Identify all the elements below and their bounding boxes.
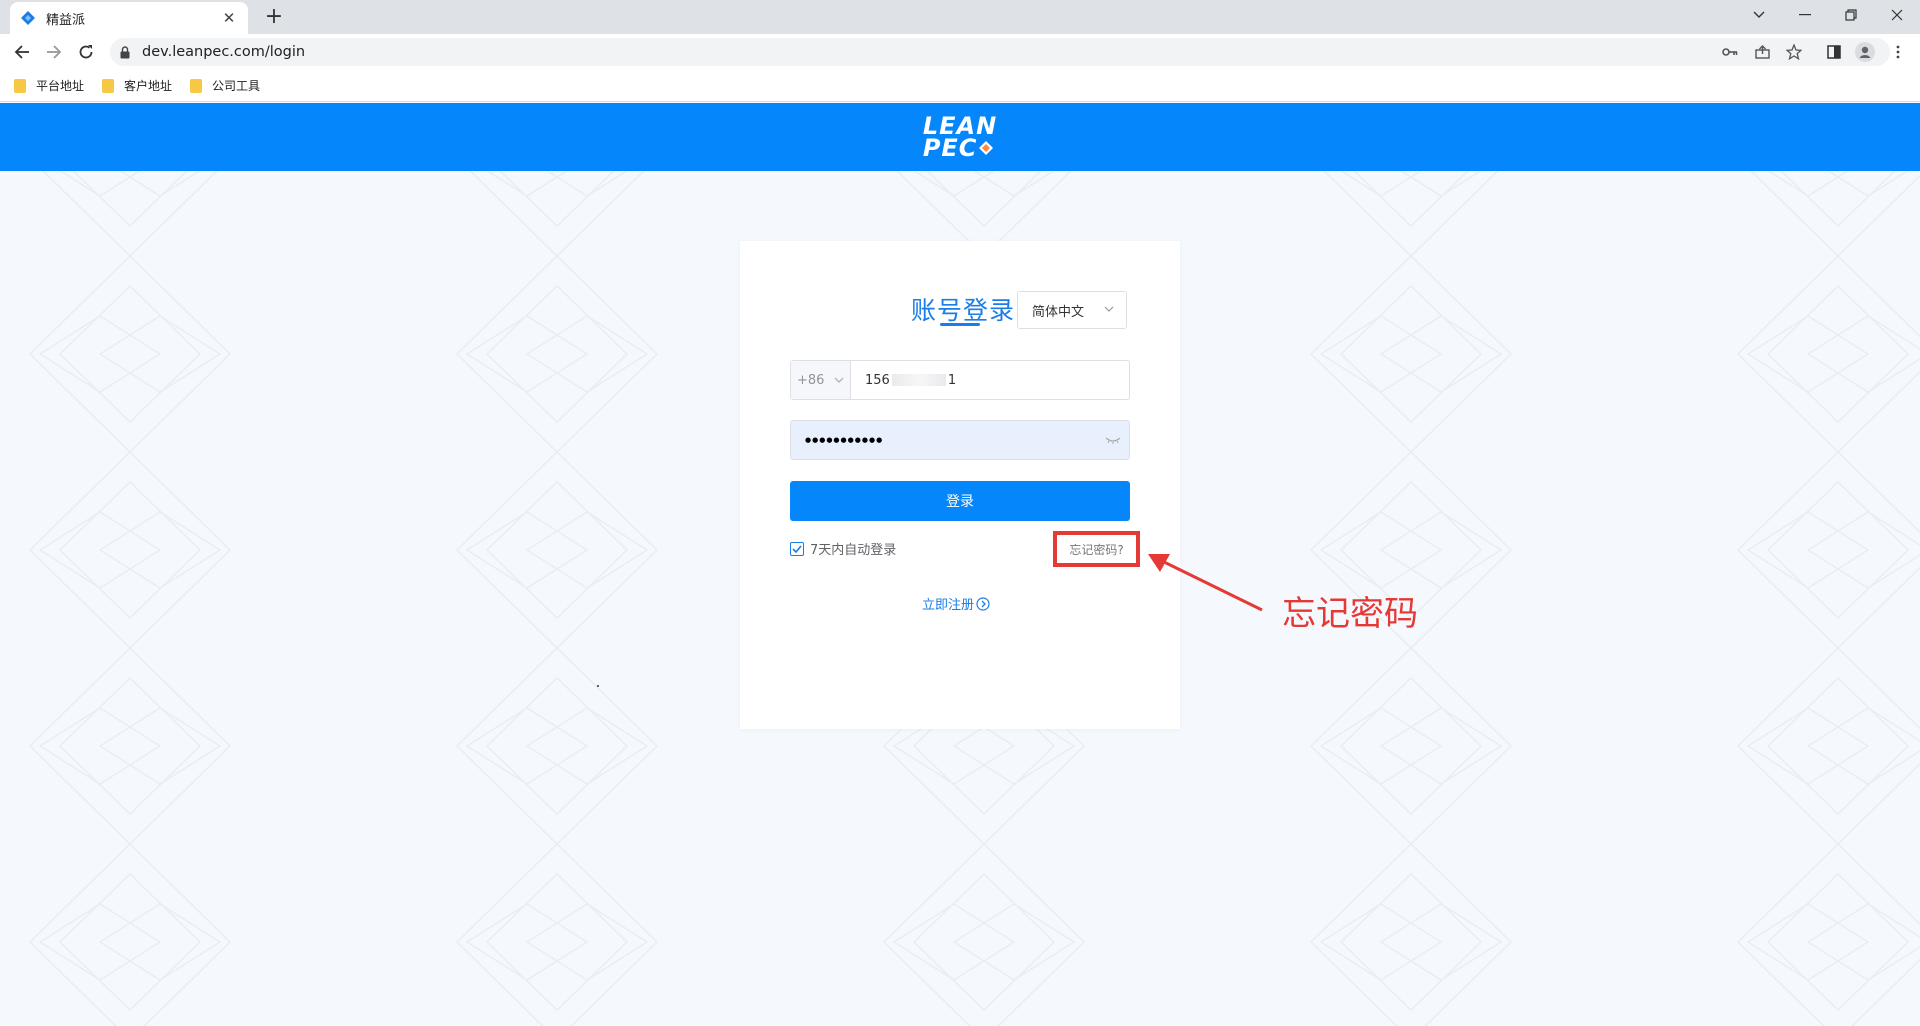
url-text: dev.leanpec.com/login: [142, 44, 306, 60]
site-header: LEAN PEC: [0, 103, 1920, 171]
folder-icon: [190, 78, 203, 93]
address-bar[interactable]: dev.leanpec.com/login: [110, 38, 1890, 66]
leanpec-logo[interactable]: LEAN PEC: [922, 114, 997, 162]
folder-icon: [102, 78, 115, 93]
tab-title: 精益派: [46, 12, 86, 28]
browser-tab-strip: 精益派 ✕ +: [0, 0, 1920, 34]
register-label: 立即注册: [922, 598, 975, 613]
lock-icon[interactable]: [120, 45, 132, 59]
country-code-value: +86: [797, 372, 825, 388]
phone-field-group: +86 156 1: [790, 360, 1130, 400]
login-card: 账号登录 简体中文 +86 156 1 ●●●●●●●●●●● 登录 7天内自动…: [740, 241, 1180, 729]
phone-input[interactable]: 156 1: [851, 361, 1129, 399]
language-value: 简体中文: [1032, 304, 1085, 320]
arrow-circle-right-icon: [976, 596, 990, 611]
back-arrow-icon[interactable]: [10, 40, 34, 64]
annotation-arrow: [1148, 554, 1263, 612]
bookmarks-bar: 平台地址 客户地址 公司工具: [0, 70, 1920, 102]
chevron-down-icon: [1104, 306, 1114, 312]
forward-arrow-icon[interactable]: [42, 40, 66, 64]
close-window-button[interactable]: [1874, 0, 1920, 30]
country-code-select[interactable]: +86: [791, 361, 851, 399]
logo-diamond-icon: [979, 141, 994, 155]
restore-button[interactable]: [1828, 0, 1874, 30]
folder-icon: [14, 78, 26, 93]
profile-avatar-icon[interactable]: [1853, 40, 1877, 64]
checkbox-checked-icon[interactable]: [790, 541, 804, 556]
bookmark-folder[interactable]: 平台地址: [14, 77, 84, 94]
browser-tab[interactable]: 精益派 ✕: [10, 2, 248, 34]
login-title[interactable]: 账号登录: [911, 291, 1015, 327]
reload-icon[interactable]: [74, 40, 98, 64]
browser-toolbar: dev.leanpec.com/login: [0, 34, 1920, 70]
bookmark-folder[interactable]: 公司工具: [190, 77, 260, 94]
bookmark-label: 客户地址: [124, 79, 173, 93]
redacted-mask: [891, 374, 946, 386]
share-icon[interactable]: [1750, 40, 1774, 64]
bookmark-label: 公司工具: [212, 79, 261, 93]
password-mask: ●●●●●●●●●●●: [805, 436, 884, 444]
tab-search-chevron-icon[interactable]: [1736, 0, 1782, 30]
side-panel-icon[interactable]: [1822, 40, 1846, 64]
logo-line-2: PEC: [922, 134, 978, 162]
auto-login-label: 7天内自动登录: [810, 543, 897, 558]
new-tab-button[interactable]: +: [260, 4, 288, 32]
bookmark-folder[interactable]: 客户地址: [102, 77, 172, 94]
login-button[interactable]: 登录: [790, 481, 1130, 521]
forgot-password-link[interactable]: 忘记密码?: [1053, 531, 1140, 567]
minimize-button[interactable]: [1782, 0, 1828, 30]
phone-suffix: 1: [947, 372, 957, 388]
tab-close-icon[interactable]: ✕: [220, 9, 238, 27]
chevron-down-icon: [834, 377, 844, 383]
key-icon[interactable]: [1718, 40, 1742, 64]
eye-hidden-icon[interactable]: [1105, 434, 1121, 446]
language-select[interactable]: 简体中文: [1017, 291, 1127, 329]
password-input[interactable]: ●●●●●●●●●●●: [790, 420, 1130, 460]
bookmark-star-icon[interactable]: [1782, 40, 1806, 64]
more-menu-icon[interactable]: [1886, 40, 1910, 64]
auto-login-checkbox[interactable]: 7天内自动登录: [790, 539, 896, 558]
title-underline: [940, 323, 980, 326]
leanpec-favicon-icon: [21, 11, 35, 25]
phone-prefix: 156: [865, 372, 890, 388]
annotation-label: 忘记密码: [1282, 594, 1418, 634]
register-link[interactable]: 立即注册: [922, 594, 990, 613]
bookmark-label: 平台地址: [36, 79, 85, 93]
stray-dot: [597, 685, 599, 687]
